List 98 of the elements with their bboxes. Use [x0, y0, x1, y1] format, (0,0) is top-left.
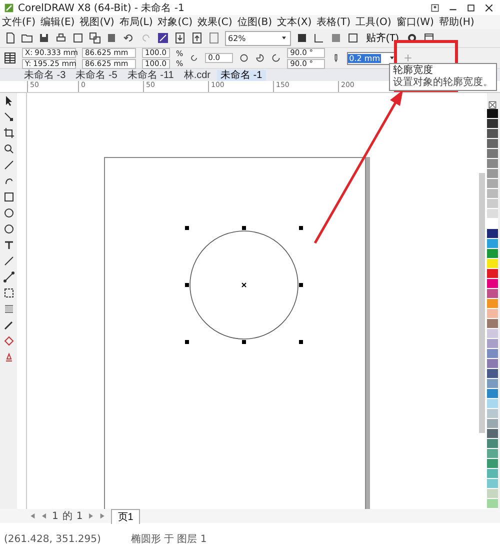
color-swatch[interactable]	[486, 409, 498, 419]
dropdown-icon[interactable]	[280, 34, 288, 42]
color-swatch[interactable]	[486, 449, 498, 459]
page-total: 1	[76, 510, 83, 522]
page-number: 1	[52, 510, 58, 522]
origin-grid-icon[interactable]	[4, 52, 16, 64]
color-swatch[interactable]	[486, 139, 498, 149]
color-swatch[interactable]	[486, 289, 498, 299]
color-swatch[interactable]	[486, 429, 498, 439]
color-swatch[interactable]	[486, 249, 498, 259]
color-swatch[interactable]	[486, 419, 498, 429]
menu-item[interactable]: 帮助(H)	[436, 15, 476, 29]
color-swatch[interactable]	[486, 119, 498, 129]
color-swatch[interactable]	[486, 129, 498, 139]
first-page-icon[interactable]	[28, 512, 36, 520]
new-document-icon[interactable]	[4, 32, 16, 44]
maximize-icon[interactable]	[466, 2, 476, 12]
close-icon[interactable]	[484, 2, 494, 12]
rotate-icon[interactable]	[189, 53, 200, 63]
zoom-field[interactable]: 62%	[225, 30, 291, 46]
menu-item[interactable]: 位图(B)	[235, 15, 274, 29]
copy-icon[interactable]	[89, 32, 101, 44]
menu-item[interactable]: 视图(V)	[78, 15, 116, 29]
color-swatch[interactable]	[486, 499, 498, 509]
menu-item[interactable]: 效果(C)	[196, 15, 234, 29]
page-tab[interactable]: 页1	[110, 508, 140, 524]
no-color-icon[interactable]	[486, 101, 498, 109]
save-icon[interactable]	[38, 32, 50, 44]
color-swatch[interactable]	[486, 369, 498, 379]
rulers-icon[interactable]	[313, 32, 325, 44]
color-swatch[interactable]	[486, 199, 498, 209]
shape-tool-icon[interactable]	[2, 111, 15, 123]
import-icon[interactable]	[174, 32, 186, 44]
menu-item[interactable]: 布局(L)	[117, 15, 155, 29]
color-swatch[interactable]	[486, 379, 498, 389]
menu-item[interactable]: 编辑(E)	[38, 15, 77, 29]
color-swatch[interactable]	[486, 399, 498, 409]
menu-item[interactable]: 表格(T)	[314, 15, 353, 29]
menu-item[interactable]: 文本(X)	[274, 15, 314, 29]
cursor-coordinates: (261.428, 351.295)	[4, 534, 101, 544]
color-swatch[interactable]	[486, 479, 498, 489]
menu-item[interactable]: 工具(O)	[354, 15, 394, 29]
ellipse-icon[interactable]	[2, 207, 15, 219]
zoom-icon[interactable]	[2, 143, 15, 155]
color-swatch[interactable]	[486, 209, 498, 219]
color-swatch[interactable]	[486, 219, 498, 229]
folder-icon[interactable]	[21, 32, 33, 44]
color-swatch[interactable]	[486, 259, 498, 269]
color-swatch[interactable]	[486, 349, 498, 359]
undo-icon[interactable]	[123, 32, 135, 44]
menu-item[interactable]: 窗口(W)	[394, 15, 436, 29]
color-swatch[interactable]	[486, 339, 498, 349]
color-swatch[interactable]	[486, 359, 498, 369]
color-swatch[interactable]	[486, 299, 498, 309]
tooltip-title: 轮廓宽度	[393, 65, 434, 76]
color-swatch[interactable]	[486, 459, 498, 469]
last-page-icon[interactable]	[98, 512, 107, 520]
color-swatch[interactable]	[486, 469, 498, 479]
user-icon[interactable]	[430, 2, 440, 12]
color-swatch[interactable]	[486, 189, 498, 199]
menu-item[interactable]: 对象(C)	[156, 15, 195, 29]
arc-icon[interactable]	[271, 53, 282, 63]
color-swatch[interactable]	[486, 389, 498, 399]
next-page-icon[interactable]	[86, 512, 95, 520]
color-swatch[interactable]	[486, 329, 498, 339]
previous-page-icon[interactable]	[40, 512, 48, 520]
center-mark	[241, 282, 246, 288]
color-swatch[interactable]	[486, 319, 498, 329]
menu-item[interactable]: 文件(F)	[0, 15, 38, 29]
export-icon[interactable]	[191, 32, 203, 44]
scrollbar[interactable]	[478, 173, 485, 433]
launcher-icon[interactable]	[157, 32, 169, 44]
color-swatch[interactable]	[486, 159, 498, 169]
color-swatch[interactable]	[486, 109, 498, 119]
line-icon[interactable]	[2, 255, 15, 267]
window-title: CorelDRAW X8 (64-Bit) - 未命名 -1	[18, 2, 186, 14]
fill-icon[interactable]	[2, 335, 15, 347]
color-swatch[interactable]	[486, 439, 498, 449]
color-swatch[interactable]	[486, 279, 498, 289]
ellipse-icon[interactable]	[239, 53, 250, 63]
text-icon[interactable]	[2, 239, 15, 251]
status-text: 椭圆形 于 图层 1	[130, 532, 207, 546]
color-swatch[interactable]	[486, 179, 498, 189]
pie-icon[interactable]	[255, 53, 266, 63]
color-swatch[interactable]	[486, 149, 498, 159]
connector-icon[interactable]	[2, 271, 15, 283]
color-swatch[interactable]	[486, 169, 498, 179]
color-swatch[interactable]	[486, 489, 498, 499]
printer-icon[interactable]	[55, 32, 67, 44]
color-swatch[interactable]	[486, 269, 498, 279]
page-of-label: 的	[62, 510, 72, 523]
color-swatch[interactable]	[486, 239, 498, 249]
color-swatch[interactable]	[486, 229, 498, 239]
crop-icon[interactable]	[2, 127, 15, 139]
document-tab[interactable]: 未命名 -1	[216, 70, 266, 81]
rectangle-icon[interactable]	[2, 191, 15, 203]
color-swatch[interactable]	[486, 309, 498, 319]
app-logo-icon	[4, 2, 14, 12]
